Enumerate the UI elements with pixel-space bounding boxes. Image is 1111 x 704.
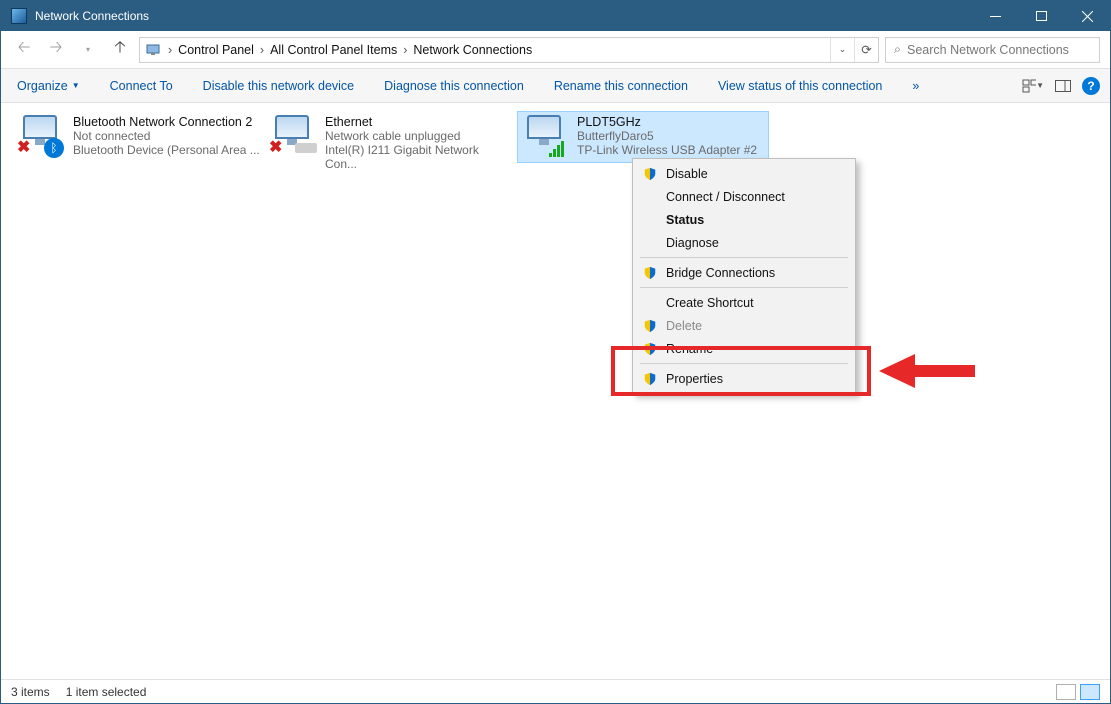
breadcrumb-network-connections[interactable]: Network Connections xyxy=(409,38,536,62)
help-button[interactable]: ? xyxy=(1082,77,1100,95)
refresh-button[interactable]: ⟳ xyxy=(854,38,878,62)
connection-name: Ethernet xyxy=(325,115,513,129)
diagnose-button[interactable]: Diagnose this connection xyxy=(378,75,530,97)
window-title: Network Connections xyxy=(35,9,972,23)
connection-status: ButterflyDaro5 xyxy=(577,129,757,143)
content-area: ✖ ᛒ Bluetooth Network Connection 2 Not c… xyxy=(1,103,1110,679)
ctx-disable[interactable]: Disable xyxy=(636,162,852,185)
overflow-button[interactable]: » xyxy=(906,75,925,97)
signal-icon xyxy=(549,139,567,157)
cable-icon xyxy=(295,143,317,153)
close-button[interactable] xyxy=(1064,1,1110,31)
navbar: 🡠 🡢 ▾ 🡡 › Control Panel › All Control Pa… xyxy=(1,31,1110,69)
ctx-delete[interactable]: Delete xyxy=(636,314,852,337)
recent-dropdown[interactable]: ▾ xyxy=(75,37,101,63)
connect-to-button[interactable]: Connect To xyxy=(104,75,179,97)
shield-icon xyxy=(643,266,657,280)
connection-name: Bluetooth Network Connection 2 xyxy=(73,115,260,129)
breadcrumb-control-panel[interactable]: Control Panel xyxy=(174,38,258,62)
address-dropdown[interactable]: ⌄ xyxy=(830,38,854,62)
preview-pane-button[interactable] xyxy=(1052,75,1074,97)
connection-device: TP-Link Wireless USB Adapter #2 xyxy=(577,143,757,157)
connection-icon: ✖ xyxy=(269,115,317,159)
chevron-right-icon[interactable]: › xyxy=(166,43,174,57)
separator xyxy=(640,257,848,258)
connection-icon: ✖ ᛒ xyxy=(17,115,65,159)
tiles-view-toggle[interactable] xyxy=(1080,684,1100,700)
forward-button[interactable]: 🡢 xyxy=(43,37,69,63)
command-bar: Organize▼ Connect To Disable this networ… xyxy=(1,69,1110,103)
view-options-button[interactable]: ▼ xyxy=(1022,75,1044,97)
titlebar: Network Connections xyxy=(1,1,1110,31)
search-placeholder: Search Network Connections xyxy=(907,43,1069,57)
disconnected-x-icon: ✖ xyxy=(269,139,282,156)
up-button[interactable]: 🡡 xyxy=(107,37,133,63)
separator xyxy=(640,287,848,288)
back-button[interactable]: 🡠 xyxy=(11,37,37,63)
connection-device: Bluetooth Device (Personal Area ... xyxy=(73,143,260,157)
minimize-button[interactable] xyxy=(972,1,1018,31)
connection-ethernet[interactable]: ✖ Ethernet Network cable unplugged Intel… xyxy=(265,111,517,175)
connection-bluetooth[interactable]: ✖ ᛒ Bluetooth Network Connection 2 Not c… xyxy=(13,111,265,163)
connection-device: Intel(R) I211 Gigabit Network Con... xyxy=(325,143,513,171)
address-icon xyxy=(144,42,162,58)
maximize-button[interactable] xyxy=(1018,1,1064,31)
ctx-status[interactable]: Status xyxy=(636,208,852,231)
status-bar: 3 items 1 item selected xyxy=(1,679,1110,703)
connection-status: Network cable unplugged xyxy=(325,129,513,143)
connection-status: Not connected xyxy=(73,129,260,143)
search-icon: ⌕ xyxy=(894,42,901,57)
shield-icon xyxy=(643,167,657,181)
chevron-right-icon[interactable]: › xyxy=(258,43,266,57)
ctx-bridge[interactable]: Bridge Connections xyxy=(636,261,852,284)
ctx-diagnose[interactable]: Diagnose xyxy=(636,231,852,254)
chevron-right-icon[interactable]: › xyxy=(401,43,409,57)
connection-wifi[interactable]: PLDT5GHz ButterflyDaro5 TP-Link Wireless… xyxy=(517,111,769,163)
selected-count: 1 item selected xyxy=(66,685,147,699)
annotation-highlight-box xyxy=(611,346,871,396)
connection-icon xyxy=(521,115,569,159)
shield-icon xyxy=(643,319,657,333)
bluetooth-icon: ᛒ xyxy=(44,138,64,158)
ctx-connect[interactable]: Connect / Disconnect xyxy=(636,185,852,208)
chevron-down-icon: ▼ xyxy=(72,81,80,90)
organize-menu[interactable]: Organize▼ xyxy=(11,75,86,97)
details-view-toggle[interactable] xyxy=(1056,684,1076,700)
address-bar[interactable]: › Control Panel › All Control Panel Item… xyxy=(139,37,879,63)
annotation-arrow xyxy=(879,354,975,388)
disable-device-button[interactable]: Disable this network device xyxy=(197,75,360,97)
search-input[interactable]: ⌕ Search Network Connections xyxy=(885,37,1100,63)
view-status-button[interactable]: View status of this connection xyxy=(712,75,888,97)
app-icon xyxy=(11,8,27,24)
connection-name: PLDT5GHz xyxy=(577,115,757,129)
rename-button[interactable]: Rename this connection xyxy=(548,75,694,97)
ctx-shortcut[interactable]: Create Shortcut xyxy=(636,291,852,314)
breadcrumb-all-items[interactable]: All Control Panel Items xyxy=(266,38,401,62)
disconnected-x-icon: ✖ xyxy=(17,139,30,156)
item-count: 3 items xyxy=(11,685,50,699)
